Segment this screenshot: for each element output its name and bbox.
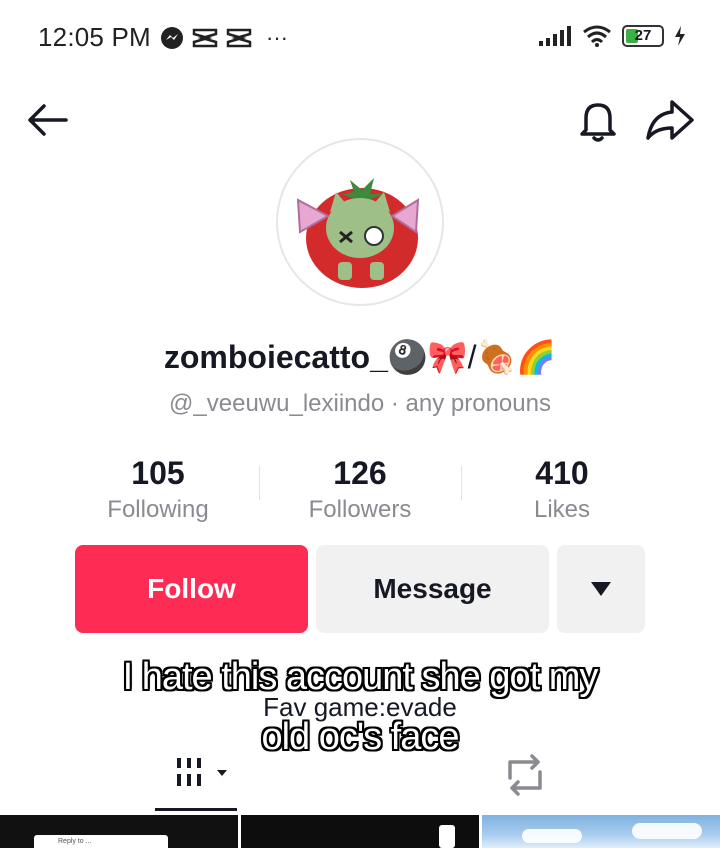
video-thumbnail[interactable]: Reply to ... [0, 815, 238, 848]
follow-button[interactable]: Follow [75, 545, 308, 633]
overlay-caption-line1: I hate this account she got my [122, 656, 599, 698]
signal-icon [539, 26, 571, 46]
share-icon [646, 100, 694, 140]
overlay-caption-line2: old oc's face [261, 716, 459, 758]
status-more: ··· [266, 25, 288, 50]
username-text: zomboiecatto_ [163, 339, 388, 375]
charging-icon [675, 26, 685, 46]
profile-stats: 105 Following 126 Followers 410 Likes [0, 455, 720, 535]
status-right-icons: 27 [538, 24, 686, 48]
back-arrow-icon [28, 104, 68, 136]
stat-following[interactable]: 105 Following [58, 455, 258, 524]
messenger-icon [161, 27, 183, 49]
battery-icon: 27 [622, 25, 664, 47]
back-button[interactable] [24, 96, 72, 144]
battery-level: 27 [634, 27, 652, 44]
status-bar: 12:05 PM ··· 27 [0, 0, 720, 78]
caret-down-icon [591, 582, 611, 596]
video-thumbnail[interactable] [241, 815, 479, 848]
likes-count: 410 [535, 455, 589, 491]
stat-divider [259, 466, 260, 500]
status-notification-icons: ··· [160, 25, 288, 51]
followers-count: 126 [333, 455, 387, 491]
video-thumbnail[interactable] [482, 815, 720, 848]
share-button[interactable] [644, 96, 696, 144]
profile-username: zomboiecatto_🎱🎀/🍖🌈 [0, 338, 720, 376]
bell-icon [580, 103, 616, 142]
notifications-button[interactable] [574, 96, 622, 144]
followers-label: Followers [308, 496, 412, 523]
avatar-image [296, 178, 420, 288]
username-emoji: 🎱🎀/🍖🌈 [387, 339, 557, 375]
thumbnail-reply-label: Reply to ... [34, 835, 168, 848]
video-grid: Reply to ... [0, 815, 720, 848]
wifi-icon [583, 25, 611, 47]
more-options-button[interactable] [557, 545, 645, 633]
stat-followers[interactable]: 126 Followers [260, 455, 460, 524]
capcut-icon [226, 28, 252, 48]
status-time: 12:05 PM [38, 22, 151, 52]
following-count: 105 [131, 455, 185, 491]
likes-label: Likes [533, 496, 591, 523]
profile-avatar[interactable] [276, 138, 444, 306]
capcut-icon [192, 28, 218, 48]
following-label: Following [107, 496, 209, 523]
tab-active-indicator [155, 808, 237, 811]
stat-likes: 410 Likes [462, 455, 662, 524]
stat-divider [461, 466, 462, 500]
message-button[interactable]: Message [316, 545, 549, 633]
profile-handle: @_veeuwu_lexiindo · any pronouns [169, 390, 551, 417]
